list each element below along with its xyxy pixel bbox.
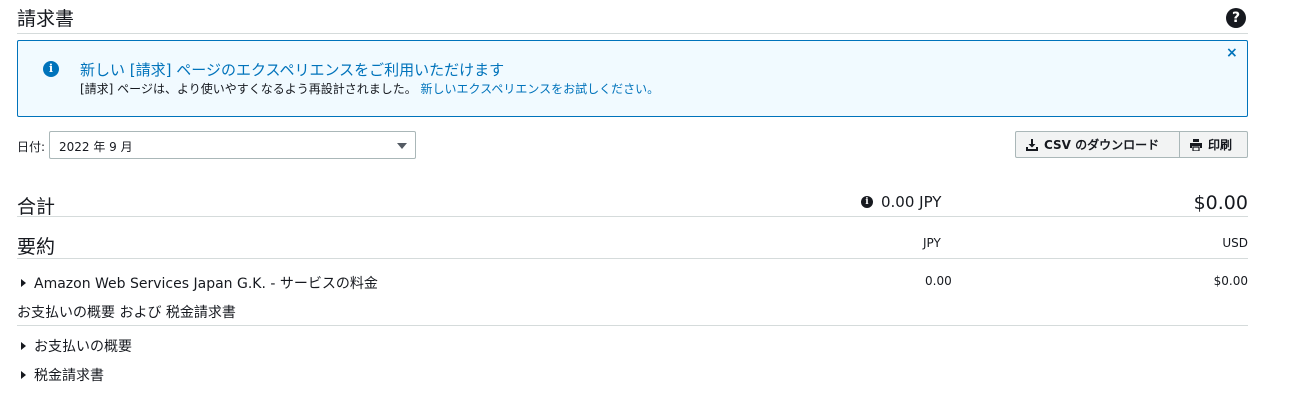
tax-invoices-item[interactable]: 税金請求書 <box>21 365 104 385</box>
print-button[interactable]: 印刷 <box>1179 131 1248 158</box>
payments-heading: お支払いの概要 および 税金請求書 <box>17 305 236 321</box>
page-title: 請求書 <box>17 8 75 30</box>
total-divider <box>17 216 1248 217</box>
caret-right-icon <box>21 342 26 350</box>
print-label: 印刷 <box>1208 138 1233 152</box>
payment-summary-item[interactable]: お支払いの概要 <box>21 336 132 356</box>
tax-invoices-label: 税金請求書 <box>34 368 104 384</box>
summary-col-jpy: JPY <box>923 236 941 250</box>
date-label: 日付: <box>17 140 46 154</box>
summary-row-aws-services[interactable]: Amazon Web Services Japan G.K. - サービスの料金 <box>21 273 378 293</box>
summary-col-usd: USD <box>1222 236 1248 250</box>
try-new-experience-link[interactable]: 新しいエクスペリエンスをお試しください。 <box>421 82 660 96</box>
printer-icon <box>1190 138 1202 151</box>
banner-title: 新しい [請求] ページのエクスペリエンスをご利用いただけます <box>80 61 505 79</box>
csv-download-label: CSV のダウンロード <box>1044 138 1160 152</box>
caret-right-icon <box>21 279 26 287</box>
close-icon[interactable]: × <box>1226 45 1238 61</box>
summary-row-jpy: 0.00 <box>925 274 952 288</box>
chevron-down-icon <box>397 143 407 149</box>
csv-download-button[interactable]: CSV のダウンロード <box>1015 131 1180 158</box>
info-banner: i 新しい [請求] ページのエクスペリエンスをご利用いただけます [請求] ペ… <box>17 40 1248 117</box>
info-icon[interactable]: i <box>861 196 873 208</box>
payment-summary-label: お支払いの概要 <box>34 339 132 355</box>
help-icon[interactable]: ? <box>1226 8 1246 28</box>
date-select-value: 2022 年 9 月 <box>59 140 133 154</box>
info-icon: i <box>43 61 59 77</box>
title-divider <box>17 33 1248 34</box>
banner-message: [請求] ページは、より使いやすくなるよう再設計されました。 新しいエクスペリエ… <box>80 80 659 97</box>
date-select[interactable]: 2022 年 9 月 <box>49 131 416 159</box>
total-usd: $0.00 <box>1193 192 1248 214</box>
banner-body-text: [請求] ページは、より使いやすくなるよう再設計されました。 <box>80 82 417 96</box>
download-icon <box>1026 138 1038 151</box>
summary-divider <box>17 258 1248 259</box>
summary-row-label: Amazon Web Services Japan G.K. - サービスの料金 <box>34 276 378 292</box>
total-heading: 合計 <box>17 196 56 218</box>
summary-row-usd: $0.00 <box>1213 274 1248 288</box>
total-jpy: 0.00 JPY <box>881 193 942 211</box>
caret-right-icon <box>21 371 26 379</box>
summary-heading: 要約 <box>17 236 56 258</box>
payments-divider <box>17 325 1248 326</box>
